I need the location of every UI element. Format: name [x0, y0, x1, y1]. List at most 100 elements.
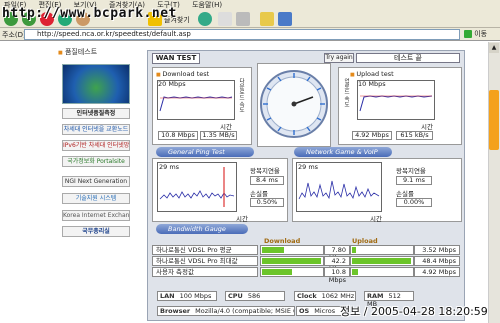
sidebar-globe-banner[interactable] [62, 64, 130, 104]
try-again-button[interactable]: Try again [324, 53, 354, 63]
speed-gauge [257, 63, 331, 147]
tab-wan-test[interactable]: WAN TEST [152, 53, 200, 64]
spec-browser-value: Mozilla/4.0 (compatible; MSIE 6.0 [195, 307, 295, 315]
upload-time-label: 시간 [421, 123, 433, 131]
spec-browser: Browser Mozilla/4.0 (compatible; MSIE 6.0 [157, 306, 295, 316]
upload-title: Upload test [350, 70, 393, 78]
status-field: 테스트 끝 [356, 53, 460, 63]
download-title: Download test [156, 70, 209, 78]
spec-clock: Clock 1062 MHz [294, 291, 356, 301]
sidebar-title: ■ 품질테스트 [58, 47, 97, 57]
row-max-up-value: 48.4 Mbps [414, 256, 460, 266]
row-label-user: 사용자 측정값 [152, 267, 258, 277]
ping-test-banner[interactable]: General Ping Test [156, 147, 254, 157]
menu-help[interactable]: 도움말(H) [192, 1, 222, 9]
address-bar: 주소(D) http://speed.nca.or.kr/speedtest/d… [0, 28, 500, 41]
sidebar-item-quality-test[interactable]: 인터넷품질측정 [62, 108, 130, 119]
row-user-down-bar [260, 267, 324, 277]
voip-ylabel: 29 ms [298, 163, 319, 171]
row-user-up-fill [352, 269, 358, 275]
overlay-timestamp: 정보 / 2005-04-28 18:20:59 [340, 305, 488, 318]
download-time-label: 시간 [220, 123, 232, 131]
upload-ylabel: 10 Mbps [358, 80, 386, 88]
row-max-up-fill [352, 258, 411, 264]
bandwidth-banner[interactable]: Bandwidth Gauge [156, 224, 248, 234]
spec-clock-label: Clock [297, 292, 317, 300]
row-avg-up-fill [352, 247, 356, 253]
spec-ram-label: RAM [367, 292, 384, 300]
row-max-up-bar [350, 256, 414, 266]
voip-test-banner[interactable]: Network Game & VoIP Test [294, 147, 392, 166]
voip-time-label: 시간 [370, 215, 382, 223]
ping-loss-label: 손실률 [250, 190, 268, 198]
sidebar-item-exchange-node[interactable]: 차세대 인터넷을 교환노드 [62, 124, 130, 135]
spec-os-label: OS [299, 307, 310, 315]
spec-cpu: CPU 586 [225, 291, 285, 301]
row-max-down-fill [262, 258, 321, 264]
go-arrow-icon [464, 30, 472, 38]
sidebar-item-portal[interactable]: 국가정보화 Portalsite [62, 156, 130, 167]
spec-lan-label: LAN [160, 292, 175, 300]
row-avg-up-value: 3.52 Mbps [414, 245, 460, 255]
row-user-down-fill [262, 269, 292, 275]
spec-browser-label: Browser [160, 307, 191, 315]
ping-time-label: 시간 [236, 215, 248, 223]
row-avg-up-bar [350, 245, 414, 255]
spec-lan: LAN 100 Mbps [157, 291, 217, 301]
sidebar-item-kix[interactable]: Korea Internet Exchange [62, 210, 130, 221]
sidebar-item-pm-office[interactable]: 국무총리실 [62, 226, 130, 237]
spec-ram: RAM 512 MB [364, 291, 414, 308]
sidebar-item-ngi[interactable]: NGI Next Generation [62, 176, 130, 187]
go-label: 이동 [474, 30, 488, 38]
spec-os-value: Micros [314, 307, 336, 315]
bullet-icon: ■ [58, 50, 63, 56]
sidebar-item-ipv6[interactable]: IPv6기반 차세대 인터넷망 [62, 140, 130, 151]
download-ylabel: 20 Mbps [158, 80, 186, 88]
voip-loss-label: 손실률 [396, 190, 414, 198]
messenger-icon[interactable] [278, 12, 292, 26]
download-mbytes: 1.35 MB/s [200, 131, 237, 140]
upload-mbps: 4.92 Mbps [352, 131, 392, 140]
row-user-up-bar [350, 267, 414, 277]
row-user-up-value: 4.92 Mbps [414, 267, 460, 277]
print-icon[interactable] [236, 12, 250, 26]
spec-clock-value: 1062 MHz [321, 292, 355, 300]
vertical-scrollbar[interactable] [488, 42, 500, 323]
scroll-up-icon[interactable]: ▲ [489, 43, 499, 53]
address-label: 주소(D) [2, 31, 26, 39]
mail-icon[interactable] [218, 12, 232, 26]
spec-os: OS Micros [296, 306, 346, 316]
history-icon[interactable] [198, 12, 212, 26]
upload-side-label: 업로드 속도 [343, 78, 349, 108]
row-label-max: 하나로통신 VDSL Pro 최대값 [152, 256, 258, 266]
download-mbps: 10.8 Mbps [158, 131, 198, 140]
scroll-thumb[interactable] [489, 90, 499, 150]
voip-jitter-value: 9.1 ms [396, 176, 432, 185]
sidebar-item-tech-support[interactable]: 기술지원 시스템 [62, 193, 130, 204]
row-label-avg: 하나로통신 VDSL Pro 평균 [152, 245, 258, 255]
voip-jitter-label: 왕복지연율 [396, 167, 426, 175]
ping-jitter-value: 8.4 ms [250, 176, 284, 185]
folder-icon[interactable] [260, 12, 274, 26]
row-avg-down-fill [262, 247, 284, 253]
download-side-label: 다운로드 속도 [238, 78, 244, 113]
row-max-down-value: 42.2 Mbps [324, 256, 350, 273]
gauge-download-header: Download [264, 237, 301, 245]
speed-gauge-svg [260, 70, 328, 138]
spec-cpu-value: 586 [247, 292, 261, 300]
row-user-down-value: 10.8 Mbps [324, 267, 350, 284]
upload-kbytes: 615 kB/s [396, 131, 433, 140]
watermark-text: http://www.bcpark.net [2, 6, 177, 21]
address-input[interactable]: http://speed.nca.or.kr/speedtest/default… [24, 29, 460, 40]
row-avg-down-value: 7.80 Mbps [324, 245, 350, 262]
spec-cpu-label: CPU [228, 292, 243, 300]
ping-ylabel: 29 ms [159, 163, 180, 171]
row-avg-down-bar [260, 245, 324, 255]
ping-loss-value: 0.50% [250, 198, 284, 207]
spec-lan-value: 100 Mbps [179, 292, 212, 300]
go-button[interactable]: 이동 [464, 29, 496, 40]
sidebar-title-text: 품질테스트 [64, 48, 98, 56]
ping-jitter-label: 왕복지연율 [250, 167, 280, 175]
voip-loss-value: 0.00% [396, 198, 432, 207]
gauge-upload-header: Upload [352, 237, 378, 245]
